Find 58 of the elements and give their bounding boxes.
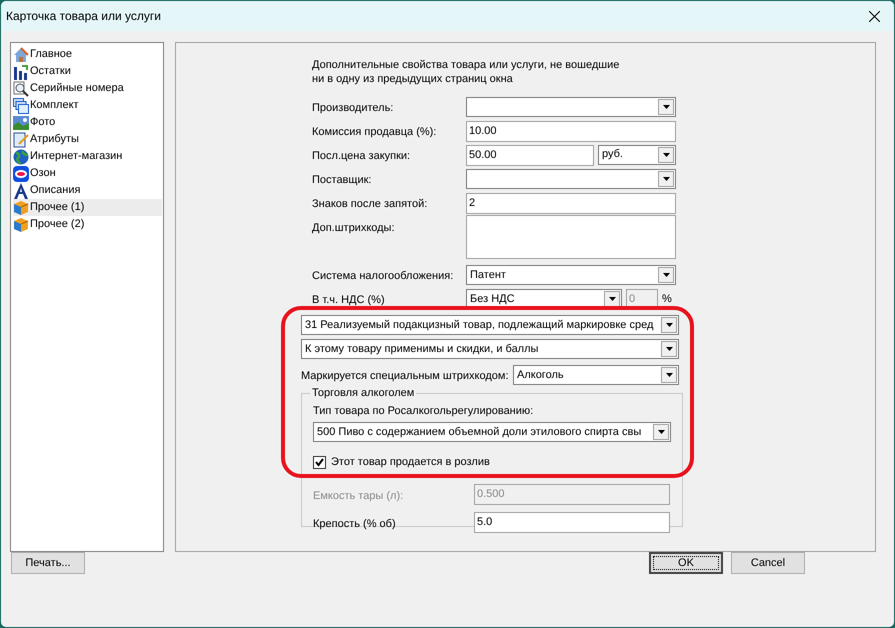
letter-a-icon (13, 182, 29, 198)
dropdown[interactable]: 500 Пиво с содержанием объемной доли этилового спирта свы (313, 422, 671, 442)
page-list-item[interactable]: Прочее (1) (13, 199, 162, 216)
page-description: Дополнительные свойства товара или услуги, не вошедшие ни в одну из предыдущих страниц окна (312, 58, 620, 86)
checkbox[interactable] (313, 456, 326, 469)
globe-icon (13, 148, 29, 164)
document-pen-icon (13, 132, 29, 148)
ok-button[interactable]: OK (649, 552, 723, 574)
page-list-item[interactable]: Серийные номера (13, 80, 162, 97)
field-label: Емкость тары (л): (313, 490, 404, 502)
page-list-item[interactable]: Описания (13, 182, 162, 199)
input-field[interactable]: 5.0 (474, 512, 670, 533)
field-label: Тип товара по Росалкогольрегулированию: (313, 404, 534, 418)
field-label: Система налогообложения: (312, 270, 454, 282)
page-list-item[interactable]: Озон (13, 165, 162, 182)
bar-chart-icon (13, 64, 29, 80)
field-label: В т.ч. НДС (%) (312, 294, 385, 306)
input-field[interactable]: 50.00 (466, 144, 594, 166)
group-title: Торговля алкоголем (311, 386, 416, 401)
field-label: Маркируется специальным штрихкодом: (301, 370, 509, 382)
cancel-button[interactable]: Cancel (731, 552, 805, 574)
dropdown[interactable]: Алкоголь (513, 365, 679, 385)
field-label: Крепость (% об) (313, 518, 396, 530)
field-label: Доп.штрихкоды: (312, 222, 395, 234)
field-label: Посл.цена закупки: (312, 150, 410, 162)
dropdown[interactable]: руб. (598, 144, 676, 164)
input-field[interactable] (466, 215, 676, 259)
windows-icon (13, 98, 29, 114)
input-field[interactable]: 10.00 (466, 120, 676, 142)
input-field[interactable]: 2 (466, 192, 676, 214)
magnifier-icon (13, 80, 29, 96)
house-icon (13, 46, 29, 62)
page-list-item[interactable]: Остатки (13, 63, 162, 80)
page-list-item[interactable]: Атрибуты (13, 131, 162, 148)
checkbox-label[interactable]: Этот товар продается в розлив (331, 454, 490, 470)
landscape-icon (13, 114, 29, 130)
field-label: Поставщик: (312, 174, 372, 186)
field-label: Знаков после запятой: (312, 198, 428, 210)
checkmark-icon (315, 458, 324, 467)
dropdown[interactable]: К этому товару применимы и скидки, и баллы (301, 339, 679, 359)
dropdown[interactable]: 31 Реализуемый подакцизный товар, подлежащий маркировке сред (301, 315, 679, 335)
close-icon (868, 10, 880, 22)
dropdown[interactable] (466, 97, 676, 117)
page-list-item[interactable]: Главное (13, 46, 162, 63)
page-list-item[interactable]: Прочее (2) (13, 216, 162, 233)
dropdown[interactable] (466, 169, 676, 189)
field-label: Производитель: (312, 102, 394, 114)
page-list-item[interactable]: Интернет-магазин (13, 148, 162, 165)
window-title: Карточка товара или услуги (6, 8, 161, 25)
cube-icon (13, 200, 29, 216)
field-label: Комиссия продавца (%): (312, 126, 436, 138)
page-list-item[interactable]: Комплект (13, 97, 162, 114)
dropdown[interactable]: Патент (466, 265, 676, 285)
print-button[interactable]: Печать... (11, 552, 85, 574)
percent-sign: % (662, 292, 672, 307)
ring-icon (13, 166, 29, 182)
cube-icon (13, 216, 29, 232)
page-list-item[interactable]: Фото (13, 114, 162, 131)
